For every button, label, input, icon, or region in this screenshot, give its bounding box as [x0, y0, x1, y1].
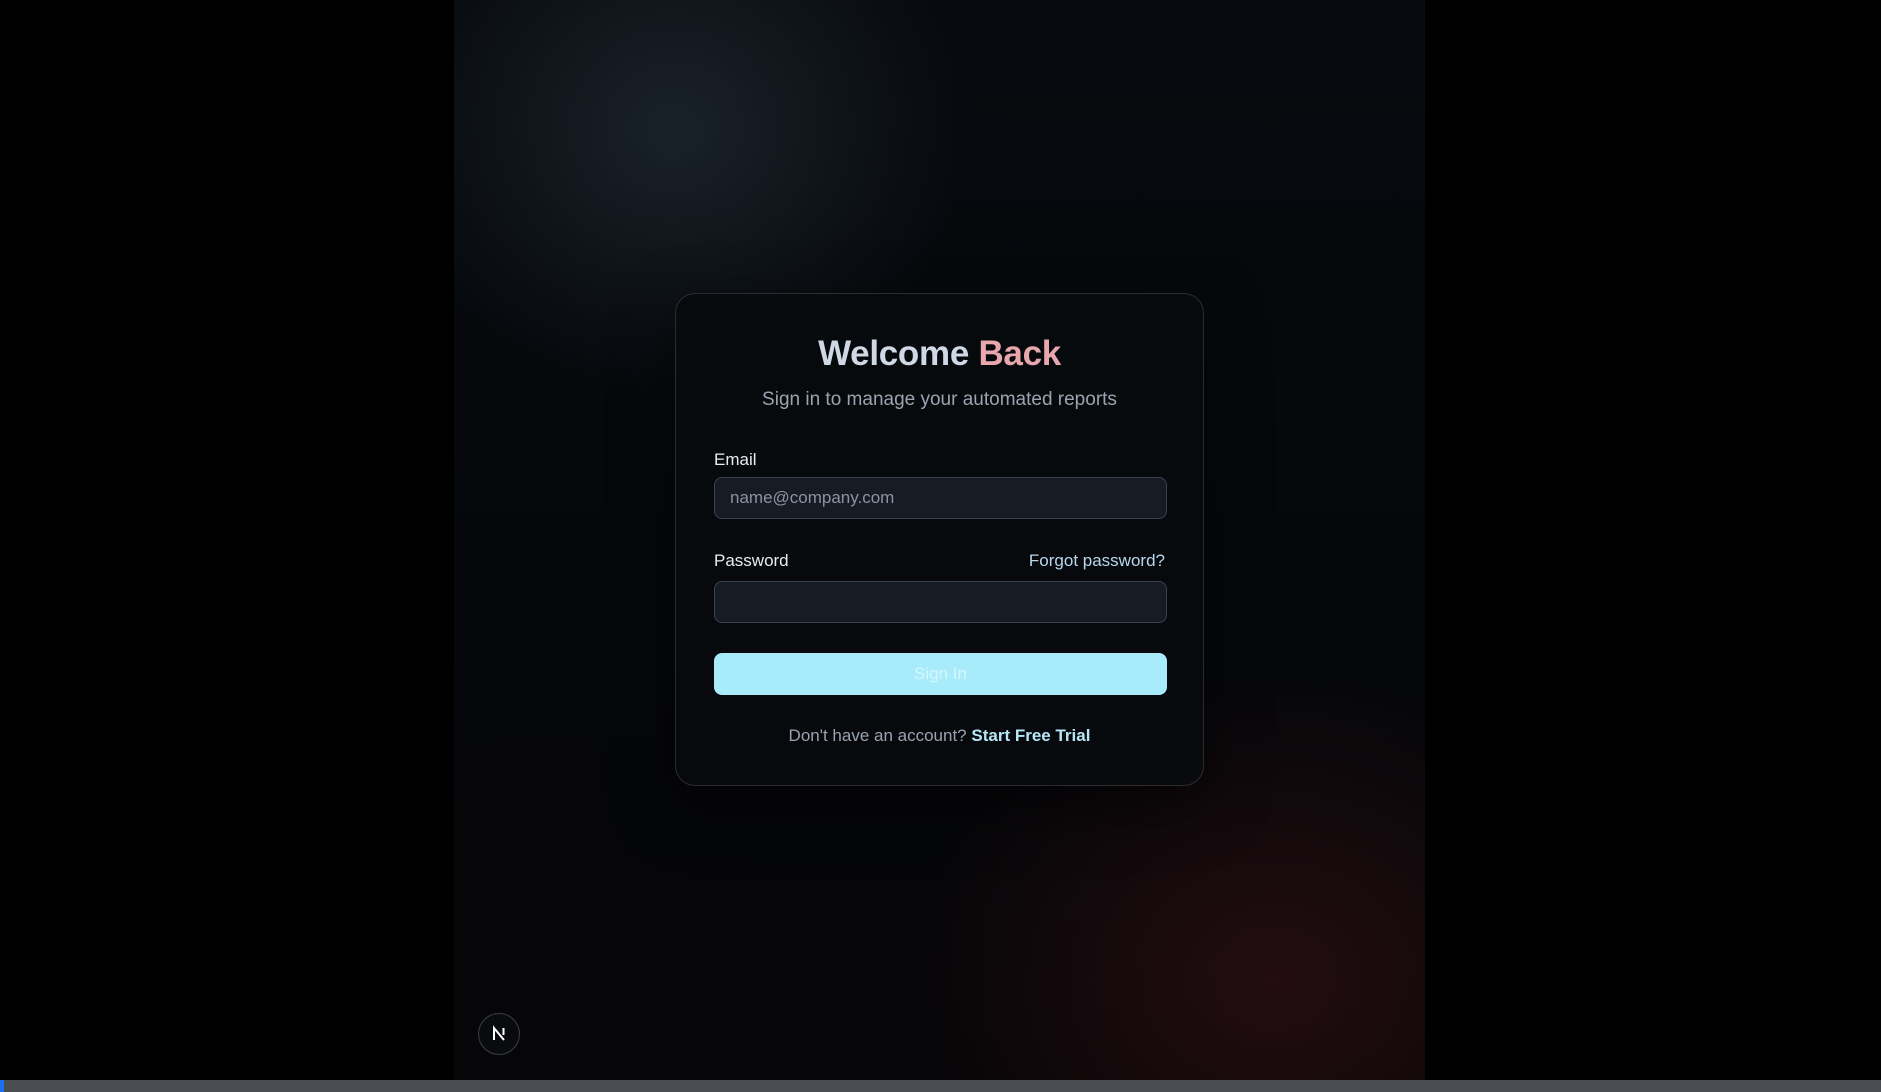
loading-bar: [0, 1080, 1881, 1092]
loading-progress: [0, 1080, 4, 1092]
signup-prompt: Don't have an account? Start Free Trial: [676, 726, 1203, 746]
nextjs-logo-icon: [493, 1025, 505, 1041]
email-label: Email: [714, 450, 757, 469]
forgot-password-link[interactable]: Forgot password?: [1029, 551, 1165, 571]
nextjs-dev-badge[interactable]: [478, 1013, 520, 1055]
sign-in-button[interactable]: Sign In: [714, 653, 1167, 695]
start-free-trial-link[interactable]: Start Free Trial: [971, 726, 1090, 745]
login-card: Welcome Back Sign in to manage your auto…: [675, 293, 1204, 786]
email-field[interactable]: [714, 477, 1167, 519]
password-label: Password: [714, 551, 789, 570]
title-back: Back: [978, 334, 1061, 373]
app-viewport: Welcome Back Sign in to manage your auto…: [454, 0, 1425, 1080]
signup-prompt-text: Don't have an account?: [788, 726, 967, 745]
page-title: Welcome Back: [676, 334, 1203, 374]
page-subtitle: Sign in to manage your automated reports: [762, 389, 1117, 410]
password-field[interactable]: [714, 581, 1167, 623]
title-welcome: Welcome: [818, 334, 969, 373]
